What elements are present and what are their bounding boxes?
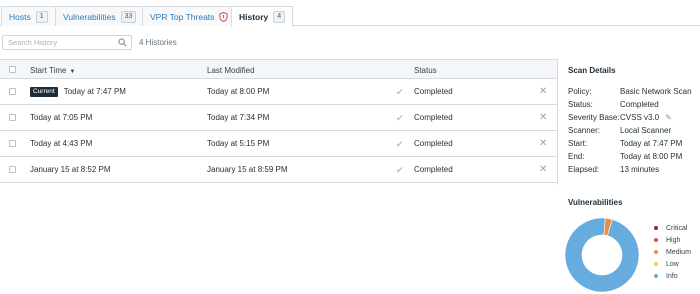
- tab-hosts[interactable]: Hosts 1: [1, 6, 56, 26]
- detail-value-status: Completed: [620, 100, 659, 109]
- legend-label-low: Low: [666, 260, 679, 268]
- severity-base-text: CVSS v3.0: [620, 113, 660, 122]
- tab-vpr-top-threats[interactable]: VPR Top Threats: [142, 6, 237, 26]
- shield-icon: [219, 11, 229, 22]
- row-start-time: Current Today at 7:47 PM: [30, 87, 126, 97]
- tab-hosts-label: Hosts: [9, 11, 31, 22]
- tab-vpr-label: VPR Top Threats: [150, 11, 215, 22]
- legend-item-critical[interactable]: Critical: [654, 222, 691, 234]
- detail-label-start: Start:: [568, 139, 588, 148]
- search-icon[interactable]: [118, 38, 127, 47]
- select-all-checkbox[interactable]: [9, 66, 16, 73]
- row-checkbox[interactable]: [9, 88, 16, 95]
- delete-icon[interactable]: ✕: [539, 86, 547, 97]
- delete-icon[interactable]: ✕: [539, 164, 547, 175]
- search-input[interactable]: [3, 36, 113, 49]
- row-status: Completed: [414, 165, 453, 174]
- check-icon: ✔: [396, 165, 404, 175]
- row-status: Completed: [414, 113, 453, 122]
- table-row[interactable]: January 15 at 8:52 PM January 15 at 8:59…: [0, 157, 557, 183]
- start-time-text: Today at 7:47 PM: [63, 87, 126, 96]
- detail-label-end: End:: [568, 152, 585, 161]
- legend-label-medium: Medium: [666, 248, 691, 256]
- legend-dot-medium: [654, 250, 658, 254]
- sort-arrow-icon: ▼: [69, 69, 76, 75]
- tab-history-label: History: [239, 12, 269, 22]
- column-header-last-modified[interactable]: Last Modified: [207, 66, 255, 75]
- legend-dot-critical: [654, 226, 658, 230]
- tab-history[interactable]: History 4: [231, 6, 294, 27]
- row-last-modified: Today at 7:34 PM: [207, 113, 270, 122]
- tab-vulnerabilities-label: Vulnerabilities: [63, 11, 116, 22]
- detail-label-severity-base: Severity Base:: [568, 113, 620, 122]
- history-table: Start Time ▼ Last Modified Status Current…: [0, 59, 557, 183]
- detail-value-start: Today at 7:47 PM: [620, 139, 683, 148]
- donut-slice-info[interactable]: [564, 217, 640, 293]
- row-last-modified: Today at 5:15 PM: [207, 139, 270, 148]
- tab-vulnerabilities-badge: 33: [120, 10, 137, 23]
- table-header: Start Time ▼ Last Modified Status: [0, 59, 557, 79]
- detail-label-scanner: Scanner:: [568, 126, 601, 135]
- detail-value-severity-base: CVSS v3.0 ✎: [620, 113, 672, 122]
- legend-label-info: Info: [666, 272, 678, 280]
- detail-label-elapsed: Elapsed:: [568, 165, 600, 174]
- detail-label-status: Status:: [568, 100, 593, 109]
- detail-value-policy: Basic Network Scan: [620, 87, 692, 96]
- row-last-modified: Today at 8:00 PM: [207, 87, 270, 96]
- vulnerabilities-title: Vulnerabilities: [568, 198, 623, 207]
- delete-icon[interactable]: ✕: [539, 138, 547, 149]
- tab-bar: Hosts 1 Vulnerabilities 33 VPR Top Threa…: [0, 0, 700, 27]
- table-row[interactable]: Today at 7:05 PM Today at 7:34 PM ✔ Comp…: [0, 105, 557, 131]
- tab-vulnerabilities[interactable]: Vulnerabilities 33: [55, 6, 145, 26]
- detail-value-elapsed: 13 minutes: [620, 165, 660, 174]
- check-icon: ✔: [396, 139, 404, 149]
- history-count: 4 Histories: [139, 38, 177, 47]
- check-icon: ✔: [396, 113, 404, 123]
- legend-label-high: High: [666, 236, 681, 244]
- detail-label-policy: Policy:: [568, 87, 592, 96]
- legend-label-critical: Critical: [666, 224, 688, 232]
- check-icon: ✔: [396, 87, 404, 97]
- legend-dot-low: [654, 262, 658, 266]
- search-box: [2, 35, 132, 50]
- legend-dot-info: [654, 274, 658, 278]
- row-start-time: Today at 7:05 PM: [30, 113, 93, 122]
- table-row[interactable]: Today at 4:43 PM Today at 5:15 PM ✔ Comp…: [0, 131, 557, 157]
- row-checkbox[interactable]: [9, 114, 16, 121]
- legend-item-info[interactable]: Info: [654, 270, 691, 282]
- row-checkbox[interactable]: [9, 140, 16, 147]
- scan-details-title: Scan Details: [568, 66, 616, 75]
- legend-dot-high: [654, 238, 658, 242]
- vulnerabilities-legend: Critical High Medium Low Info: [654, 222, 691, 282]
- detail-value-end: Today at 8:00 PM: [620, 152, 683, 161]
- row-last-modified: January 15 at 8:59 PM: [207, 165, 288, 174]
- column-header-status[interactable]: Status: [414, 66, 437, 75]
- tab-history-badge: 4: [273, 11, 286, 23]
- legend-item-medium[interactable]: Medium: [654, 246, 691, 258]
- legend-item-high[interactable]: High: [654, 234, 691, 246]
- column-start-time-label: Start Time: [30, 66, 67, 75]
- row-status: Completed: [414, 87, 453, 96]
- detail-value-scanner: Local Scanner: [620, 126, 672, 135]
- row-status: Completed: [414, 139, 453, 148]
- edit-pencil-icon[interactable]: ✎: [665, 113, 672, 122]
- current-badge: Current: [30, 87, 58, 97]
- vulnerabilities-donut-chart[interactable]: [562, 216, 642, 294]
- panel-divider: [557, 59, 558, 185]
- row-start-time: January 15 at 8:52 PM: [30, 165, 111, 174]
- legend-item-low[interactable]: Low: [654, 258, 691, 270]
- row-start-time: Today at 4:43 PM: [30, 139, 93, 148]
- table-row[interactable]: Current Today at 7:47 PM Today at 8:00 PM…: [0, 79, 557, 105]
- column-header-start-time[interactable]: Start Time ▼: [30, 66, 75, 75]
- delete-icon[interactable]: ✕: [539, 112, 547, 123]
- row-checkbox[interactable]: [9, 166, 16, 173]
- tab-hosts-badge: 1: [35, 10, 48, 23]
